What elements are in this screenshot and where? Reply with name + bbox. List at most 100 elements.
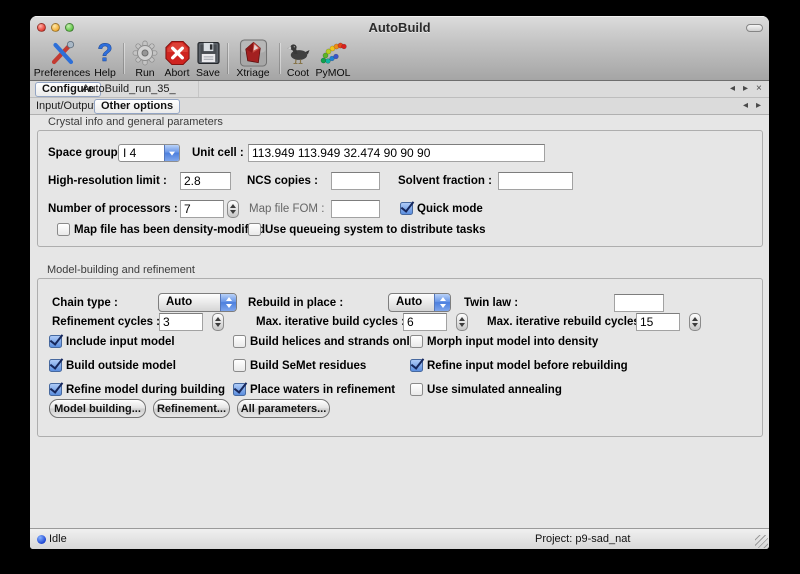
toolbar-coot-label: Coot	[287, 67, 309, 79]
label-build-semet: Build SeMet residues	[250, 360, 366, 373]
quick-mode-checkbox[interactable]	[400, 202, 413, 215]
nproc-stepper[interactable]	[227, 200, 239, 218]
rebuild-in-place-label: Rebuild in place :	[248, 297, 343, 310]
toolbar-help-label: Help	[94, 67, 116, 79]
toolbar-pymol-button[interactable]: PyMOL	[314, 39, 352, 79]
refinement-cycles-label: Refinement cycles :	[52, 316, 160, 329]
label-build-outside-model: Build outside model	[66, 360, 176, 373]
twin-law-label: Twin law :	[464, 297, 518, 310]
toolbar-separator	[227, 43, 228, 74]
toolbar-save-button[interactable]: Save	[193, 39, 223, 79]
gear-icon	[131, 39, 159, 67]
coot-bird-icon	[284, 39, 313, 67]
tab-other-options[interactable]: Other options	[94, 99, 180, 114]
tab-autobuild-run[interactable]: AutoBuild_run_35_	[82, 83, 176, 95]
map-fom-label: Map file FOM :	[249, 203, 324, 216]
checkbox-build-semet[interactable]	[233, 359, 246, 372]
twin-law-field[interactable]	[614, 294, 664, 312]
nproc-field[interactable]	[180, 200, 224, 218]
checkbox-place-waters[interactable]	[233, 383, 246, 396]
tab-scroll-right-icon[interactable]: ▸	[743, 83, 748, 95]
rebuild-cycles-label: Max. iterative rebuild cycles :	[487, 316, 647, 329]
subtab-scroll-right-icon[interactable]: ▸	[756, 100, 761, 112]
build-cycles-label: Max. iterative build cycles :	[256, 316, 405, 329]
rebuild-cycles-field[interactable]	[636, 313, 680, 331]
map-fom-field[interactable]	[331, 200, 380, 218]
status-project: Project: p9-sad_nat	[535, 533, 630, 545]
space-group-combobox[interactable]: I 4	[118, 144, 180, 162]
refinement-cycles-stepper[interactable]	[212, 313, 224, 331]
refinement-button[interactable]: Refinement...	[153, 399, 230, 418]
window-title: AutoBuild	[30, 20, 769, 35]
toolbar-separator	[123, 43, 124, 74]
toolbar-save-label: Save	[196, 67, 220, 79]
solvent-fraction-field[interactable]	[498, 172, 573, 190]
label-refine-during-building: Refine model during building	[66, 384, 225, 397]
build-cycles-field[interactable]	[403, 313, 447, 331]
checkbox-refine-during-building[interactable]	[49, 383, 62, 396]
toolbar-coot-button[interactable]: Coot	[282, 39, 314, 79]
unit-cell-field[interactable]	[248, 144, 545, 162]
solvent-fraction-label: Solvent fraction :	[398, 175, 492, 188]
main-tab-bar: Configure AutoBuild_run_35_ ◂ ▸ ×	[30, 81, 769, 98]
checkbox-include-input-model[interactable]	[49, 335, 62, 348]
toolbar-help-button[interactable]: ? Help	[90, 39, 120, 79]
quick-mode-label: Quick mode	[417, 203, 483, 216]
chain-type-popup[interactable]: Auto	[158, 293, 237, 312]
checkbox-refine-input-model[interactable]	[410, 359, 423, 372]
toolbar-preferences-label: Preferences	[34, 67, 91, 79]
hires-label: High-resolution limit :	[48, 175, 167, 188]
toolbar-pymol-label: PyMOL	[315, 67, 350, 79]
tab-close-icon[interactable]: ×	[756, 83, 762, 95]
tools-icon	[48, 39, 76, 67]
model-building-button[interactable]: Model building...	[49, 399, 146, 418]
rebuild-in-place-value: Auto	[389, 294, 434, 311]
pymol-ribbon-icon	[318, 39, 348, 67]
tab-input-output[interactable]: Input/Output	[36, 100, 97, 112]
status-bar: Idle Project: p9-sad_nat	[30, 528, 769, 549]
model-group-title: Model-building and refinement	[47, 264, 195, 276]
toolbar-toggle-button[interactable]	[746, 24, 763, 32]
refinement-cycles-field[interactable]	[159, 313, 203, 331]
density-modified-label: Map file has been density-modified	[74, 224, 265, 237]
hires-field[interactable]	[180, 172, 231, 190]
build-cycles-stepper[interactable]	[456, 313, 468, 331]
label-refine-input-model: Refine input model before rebuilding	[427, 360, 628, 373]
label-include-input-model: Include input model	[66, 336, 175, 349]
tab-scroll-left-icon[interactable]: ◂	[730, 83, 735, 95]
checkbox-build-helices-strands[interactable]	[233, 335, 246, 348]
toolbar-run-label: Run	[135, 67, 154, 79]
ncs-copies-label: NCS copies :	[247, 175, 318, 188]
subtab-scroll-left-icon[interactable]: ◂	[743, 100, 748, 112]
space-group-value: I 4	[119, 145, 164, 161]
svg-text:?: ?	[97, 40, 112, 66]
sub-tab-bar: Input/Output Other options ◂ ▸	[30, 98, 769, 115]
density-modified-checkbox[interactable]	[57, 223, 70, 236]
toolbar-xtriage-button[interactable]: Xtriage	[230, 39, 276, 79]
label-simulated-annealing: Use simulated annealing	[427, 384, 562, 397]
toolbar-separator	[279, 43, 280, 74]
resize-grip[interactable]	[755, 535, 768, 548]
ncs-copies-field[interactable]	[331, 172, 380, 190]
queueing-checkbox[interactable]	[248, 223, 261, 236]
checkbox-simulated-annealing[interactable]	[410, 383, 423, 396]
checkbox-morph-input-model[interactable]	[410, 335, 423, 348]
label-place-waters: Place waters in refinement	[250, 384, 395, 397]
unit-cell-label: Unit cell :	[192, 147, 244, 160]
all-parameters-button[interactable]: All parameters...	[237, 399, 330, 418]
rebuild-cycles-stepper[interactable]	[689, 313, 701, 331]
popup-arrows-icon[interactable]	[434, 294, 450, 311]
help-icon: ?	[94, 39, 116, 67]
nproc-label: Number of processors :	[48, 203, 178, 216]
space-group-label: Space group :	[48, 147, 125, 160]
toolbar-preferences-button[interactable]: Preferences	[33, 39, 91, 79]
checkbox-build-outside-model[interactable]	[49, 359, 62, 372]
dropdown-arrow-icon[interactable]	[164, 145, 179, 161]
toolbar-abort-button[interactable]: Abort	[160, 39, 194, 79]
popup-arrows-icon[interactable]	[220, 294, 236, 311]
rebuild-in-place-popup[interactable]: Auto	[388, 293, 451, 312]
label-morph-input-model: Morph input model into density	[427, 336, 598, 349]
chain-type-value: Auto	[159, 294, 220, 311]
titlebar-toolbar: AutoBuild Preferences ?	[30, 16, 769, 81]
toolbar-run-button[interactable]: Run	[128, 39, 162, 79]
